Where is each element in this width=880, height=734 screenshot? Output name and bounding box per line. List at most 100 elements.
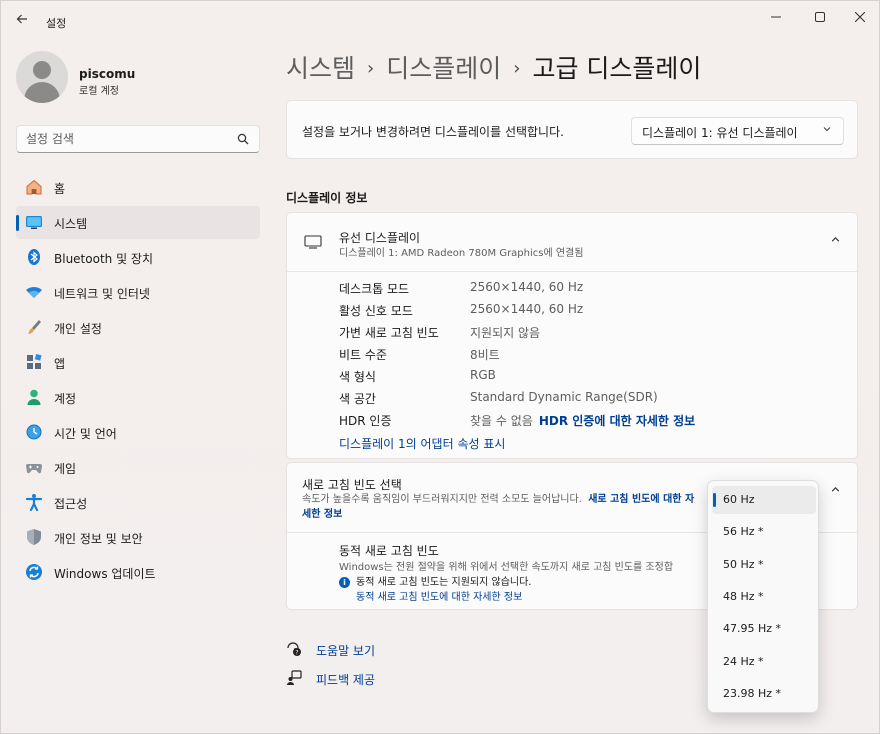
property-key: 활성 신호 모드	[339, 304, 413, 318]
bluetooth-icon	[25, 248, 43, 266]
option-label: 60 Hz	[723, 493, 755, 506]
dynamic-refresh-description: Windows는 전원 절약을 위해 위에서 선택한 속도까지 새로 고침 빈도…	[339, 562, 674, 573]
option-label: 47.95 Hz *	[723, 622, 782, 635]
property-key: 비트 수준	[339, 348, 387, 362]
refresh-option-24hz[interactable]: 24 Hz *	[712, 648, 816, 676]
give-feedback-label: 피드백 제공	[316, 673, 376, 687]
maximize-icon	[815, 12, 825, 22]
sidebar-item-label: 시스템	[54, 217, 88, 231]
refresh-rate-title: 새로 고침 빈도 선택	[302, 478, 402, 492]
chevron-down-icon	[822, 124, 832, 137]
refresh-option-56hz[interactable]: 56 Hz *	[712, 518, 816, 546]
gamepad-icon	[25, 458, 43, 476]
user-name: piscomu	[79, 67, 136, 81]
option-label: 56 Hz *	[723, 525, 764, 538]
breadcrumb-separator-icon: ›	[513, 58, 521, 79]
account-icon	[25, 388, 43, 406]
property-key: 색 공간	[339, 392, 376, 406]
display-select-dropdown[interactable]: 디스플레이 1: 유선 디스플레이	[631, 117, 844, 145]
sidebar-item-network[interactable]: 네트워크 및 인터넷	[16, 276, 260, 309]
sidebar-item-apps[interactable]: 앱	[16, 346, 260, 379]
help-icon: ?	[287, 642, 301, 657]
breadcrumb-system[interactable]: 시스템	[286, 49, 355, 85]
sidebar-nav: 홈 시스템 Bluetooth 및 장치 네트워크 및 인터넷 개인 설정 앱 …	[16, 171, 260, 591]
select-display-card: 설정을 보거나 변경하려면 디스플레이를 선택합니다. 디스플레이 1: 유선 …	[286, 100, 858, 159]
property-value: 지원되지 않음	[470, 326, 541, 340]
property-value: 2560×1440, 60 Hz	[470, 280, 584, 294]
property-value: 2560×1440, 60 Hz	[470, 302, 584, 316]
search-box[interactable]	[16, 125, 260, 153]
option-label: 23.98 Hz *	[723, 687, 782, 700]
refresh-option-48hz[interactable]: 48 Hz *	[712, 583, 816, 611]
select-display-label: 설정을 보거나 변경하려면 디스플레이를 선택합니다.	[302, 125, 564, 139]
sidebar-item-windows-update[interactable]: Windows 업데이트	[16, 556, 260, 589]
dynamic-refresh-title: 동적 새로 고침 빈도	[339, 544, 439, 558]
property-value: RGB	[470, 368, 496, 382]
wifi-icon	[25, 283, 43, 301]
sidebar-item-label: Bluetooth 및 장치	[54, 252, 154, 266]
sidebar-item-label: 시간 및 언어	[54, 427, 117, 441]
sidebar-item-label: 홈	[54, 182, 66, 196]
refresh-rate-dropdown: 60 Hz 56 Hz * 50 Hz * 48 Hz * 47.95 Hz *…	[707, 480, 819, 713]
sidebar-item-system[interactable]: 시스템	[16, 206, 260, 239]
chevron-up-icon[interactable]	[830, 484, 841, 498]
minimize-button[interactable]	[756, 5, 796, 29]
sidebar-item-privacy[interactable]: 개인 정보 및 보안	[16, 521, 260, 554]
close-button[interactable]	[840, 5, 880, 29]
back-arrow-icon[interactable]	[9, 7, 35, 31]
dynamic-refresh-info-link[interactable]: 동적 새로 고침 빈도에 대한 자세한 정보	[356, 588, 522, 603]
search-input[interactable]	[26, 131, 236, 147]
property-key: 데스크톱 모드	[339, 282, 410, 296]
app-title: 설정	[46, 17, 67, 30]
sidebar-item-home[interactable]: 홈	[16, 171, 260, 204]
property-value: 8비트	[470, 348, 500, 362]
display-info-heading: 디스플레이 정보	[286, 191, 368, 205]
chevron-up-icon[interactable]	[830, 234, 841, 248]
breadcrumb-separator-icon: ›	[367, 58, 375, 79]
refresh-option-50hz[interactable]: 50 Hz *	[712, 551, 816, 579]
property-value: Standard Dynamic Range(SDR)	[470, 390, 658, 404]
property-value: 찾을 수 없음 HDR 인증에 대한 자세한 정보	[470, 412, 695, 429]
settings-window: 설정 piscomu 로컬 계정 홈 시스템	[0, 0, 880, 734]
sidebar-item-gaming[interactable]: 게임	[16, 451, 260, 484]
refresh-option-23-98hz[interactable]: 23.98 Hz *	[712, 680, 816, 708]
system-icon	[25, 213, 43, 231]
breadcrumb: 시스템 › 디스플레이 › 고급 디스플레이	[286, 49, 701, 85]
sidebar-item-personalization[interactable]: 개인 설정	[16, 311, 260, 344]
property-key: 색 형식	[339, 370, 376, 384]
page-title: 고급 디스플레이	[532, 54, 702, 83]
refresh-option-60hz[interactable]: 60 Hz	[712, 486, 816, 514]
globe-icon	[25, 423, 43, 441]
sidebar-item-label: 게임	[54, 462, 77, 476]
display-info-header[interactable]: 유선 디스플레이 디스플레이 1: AMD Radeon 780M Graphi…	[287, 213, 857, 272]
sidebar-item-time-language[interactable]: 시간 및 언어	[16, 416, 260, 449]
option-label: 24 Hz *	[723, 655, 764, 668]
home-icon	[25, 178, 43, 196]
display-info-card: 유선 디스플레이 디스플레이 1: AMD Radeon 780M Graphi…	[286, 212, 858, 459]
sidebar-item-label: 앱	[54, 357, 66, 371]
sidebar-item-bluetooth[interactable]: Bluetooth 및 장치	[16, 241, 260, 274]
apps-icon	[25, 353, 43, 371]
option-label: 48 Hz *	[723, 590, 764, 603]
search-icon	[237, 133, 249, 145]
title-bar: 설정	[1, 1, 879, 35]
sidebar-item-accounts[interactable]: 계정	[16, 381, 260, 414]
sidebar-item-label: 개인 정보 및 보안	[54, 532, 143, 546]
property-key: 가변 새로 고침 빈도	[339, 326, 439, 340]
adapter-properties-link[interactable]: 디스플레이 1의 어댑터 속성 표시	[339, 435, 505, 452]
breadcrumb-display[interactable]: 디스플레이	[386, 49, 501, 85]
info-icon: i	[339, 576, 350, 588]
display-subtitle: 디스플레이 1: AMD Radeon 780M Graphics에 연결됨	[339, 248, 584, 259]
sidebar-item-label: Windows 업데이트	[54, 567, 156, 581]
refresh-rate-description: 속도가 높을수록 움직임이 부드러워지지만 전력 소모도 늘어납니다. 새로 고…	[302, 492, 702, 522]
sidebar-item-accessibility[interactable]: 접근성	[16, 486, 260, 519]
sidebar-item-label: 네트워크 및 인터넷	[54, 287, 150, 301]
hdr-status: 찾을 수 없음	[470, 414, 533, 428]
shield-icon	[25, 528, 43, 546]
refresh-option-47-95hz[interactable]: 47.95 Hz *	[712, 615, 816, 643]
feedback-icon	[287, 670, 302, 685]
hdr-info-link[interactable]: HDR 인증에 대한 자세한 정보	[539, 414, 695, 428]
accessibility-icon	[25, 493, 43, 511]
maximize-button[interactable]	[800, 5, 840, 29]
update-icon	[25, 563, 43, 581]
